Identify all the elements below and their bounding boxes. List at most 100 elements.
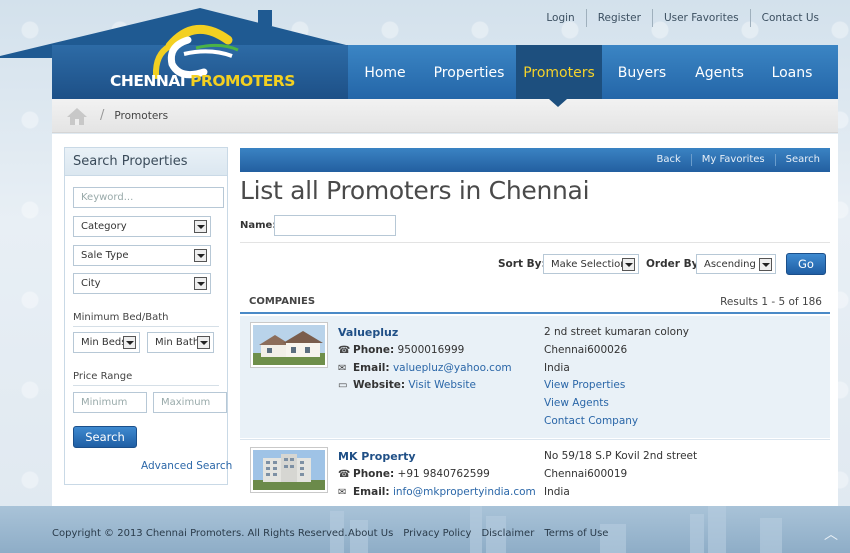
footer-terms-link[interactable]: Terms of Use (544, 528, 608, 539)
sort-by-select[interactable]: Make Selection (543, 254, 639, 274)
company-name[interactable]: Valuepluz (338, 326, 398, 339)
companies-header: COMPANIES Results 1 - 5 of 186 (240, 290, 830, 314)
breadcrumb-separator: / (100, 108, 105, 123)
address-line: 2 nd street kumaran colony (544, 326, 689, 338)
min-beds-select[interactable]: Min Beds (73, 332, 140, 353)
category-select[interactable]: Category (73, 216, 211, 237)
footer-privacy-link[interactable]: Privacy Policy (403, 528, 471, 539)
chevron-down-icon (759, 258, 772, 271)
home-icon[interactable] (66, 106, 88, 126)
phone-icon: ☎ (338, 469, 351, 480)
phone-label: Phone: (353, 468, 395, 480)
min-beds-value: Min Beds (81, 337, 127, 348)
active-nav-pointer (549, 99, 567, 107)
phone-label: Phone: (353, 344, 395, 356)
view-agents-link[interactable]: View Agents (544, 397, 609, 409)
bed-bath-label: Minimum Bed/Bath (73, 312, 169, 323)
order-by-select[interactable]: Ascending (696, 254, 776, 274)
nav-promoters[interactable]: Promoters (516, 45, 602, 99)
breadcrumb-current: Promoters (114, 109, 169, 122)
sale-type-select-value: Sale Type (81, 250, 129, 261)
sort-by-label: Sort By: (498, 258, 546, 270)
search-link[interactable]: Search (774, 154, 830, 166)
email-label: Email: (353, 486, 390, 498)
chevron-down-icon (194, 220, 207, 233)
login-link[interactable]: Login (535, 9, 585, 27)
footer-about-link[interactable]: About Us (348, 528, 393, 539)
email-icon: ✉ (338, 487, 347, 498)
nav-buyers[interactable]: Buyers (602, 45, 682, 99)
scroll-top-icon[interactable]: ︿ (824, 524, 838, 544)
category-select-value: Category (81, 221, 127, 232)
main-nav: Home Properties Promoters Buyers Agents … (348, 45, 838, 99)
sidebar-title: Search Properties (65, 148, 227, 176)
divider (240, 242, 830, 243)
page-title: List all Promoters in Chennai (240, 176, 590, 205)
website-link[interactable]: Visit Website (408, 379, 476, 391)
main-action-bar: Back My Favorites Search (240, 148, 830, 172)
company-thumbnail[interactable] (250, 322, 328, 368)
footer-links: About Us Privacy Policy Disclaimer Terms… (348, 528, 608, 539)
footer-disclaimer-link[interactable]: Disclaimer (481, 528, 534, 539)
order-by-label: Order By: (646, 258, 703, 270)
companies-label: COMPANIES (249, 296, 316, 307)
email-link[interactable]: info@mkpropertyindia.com (393, 486, 536, 498)
company-email: ✉ Email: valuepluz@yahoo.com (338, 362, 512, 374)
price-max-input[interactable]: Maximum (153, 392, 227, 413)
search-button[interactable]: Search (73, 426, 137, 448)
contact-us-link[interactable]: Contact Us (749, 9, 830, 27)
company-website: ▭ Website: Visit Website (338, 379, 476, 391)
my-favorites-link[interactable]: My Favorites (690, 154, 775, 166)
company-email: ✉ Email: info@mkpropertyindia.com (338, 486, 536, 498)
sort-by-value: Make Selection (551, 259, 627, 270)
keyword-input[interactable]: Keyword... (73, 187, 224, 208)
nav-loans[interactable]: Loans (757, 45, 827, 99)
building-image (253, 450, 325, 490)
price-min-input[interactable]: Minimum (73, 392, 147, 413)
city-select[interactable]: City (73, 273, 211, 294)
min-baths-select[interactable]: Min Baths (147, 332, 214, 353)
phone-value: 9500016999 (397, 344, 465, 356)
go-button[interactable]: Go (786, 253, 826, 275)
logo-text[interactable]: CHENNAI PROMOTERS (110, 72, 295, 90)
email-label: Email: (353, 362, 390, 374)
name-label: Name: (240, 220, 277, 231)
address-line: Chennai600026 (544, 344, 628, 356)
logo-text-promoters: PROMOTERS (190, 72, 295, 90)
user-favorites-link[interactable]: User Favorites (651, 9, 750, 27)
chevron-down-icon (197, 336, 210, 349)
company-thumbnail[interactable] (250, 447, 328, 493)
company-name[interactable]: MK Property (338, 450, 416, 463)
nav-agents[interactable]: Agents (682, 45, 757, 99)
chevron-down-icon (194, 277, 207, 290)
chevron-down-icon (622, 258, 635, 271)
breadcrumb: / Promoters (52, 99, 838, 133)
company-card: Valuepluz ☎ Phone: 9500016999 ✉ Email: val… (240, 316, 830, 438)
divider (73, 385, 219, 386)
address-line: India (544, 486, 570, 498)
view-properties-link[interactable]: View Properties (544, 379, 625, 391)
company-phone: ☎ Phone: 9500016999 (338, 344, 464, 356)
address-line: No 59/18 S.P Kovil 2nd street (544, 450, 698, 462)
house-image (253, 325, 325, 365)
sale-type-select[interactable]: Sale Type (73, 245, 211, 266)
register-link[interactable]: Register (585, 9, 652, 27)
back-link[interactable]: Back (646, 154, 690, 166)
price-range-label: Price Range (73, 371, 133, 382)
name-input[interactable] (274, 215, 396, 236)
logo-text-chennai: CHENNAI (110, 72, 186, 90)
divider (73, 326, 219, 327)
monitor-icon: ▭ (338, 380, 348, 391)
contact-company-link[interactable]: Contact Company (544, 415, 638, 427)
address-line: Chennai600019 (544, 468, 628, 480)
top-utility-nav: Login Register User Favorites Contact Us (535, 8, 830, 28)
phone-icon: ☎ (338, 345, 351, 356)
results-count: Results 1 - 5 of 186 (720, 296, 822, 308)
company-phone: ☎ Phone: +91 9840762599 (338, 468, 490, 480)
nav-home[interactable]: Home (348, 45, 422, 99)
order-by-value: Ascending (704, 259, 756, 270)
advanced-search-link[interactable]: Advanced Search (141, 460, 232, 472)
city-select-value: City (81, 278, 101, 289)
nav-properties[interactable]: Properties (422, 45, 516, 99)
email-link[interactable]: valuepluz@yahoo.com (393, 362, 512, 374)
